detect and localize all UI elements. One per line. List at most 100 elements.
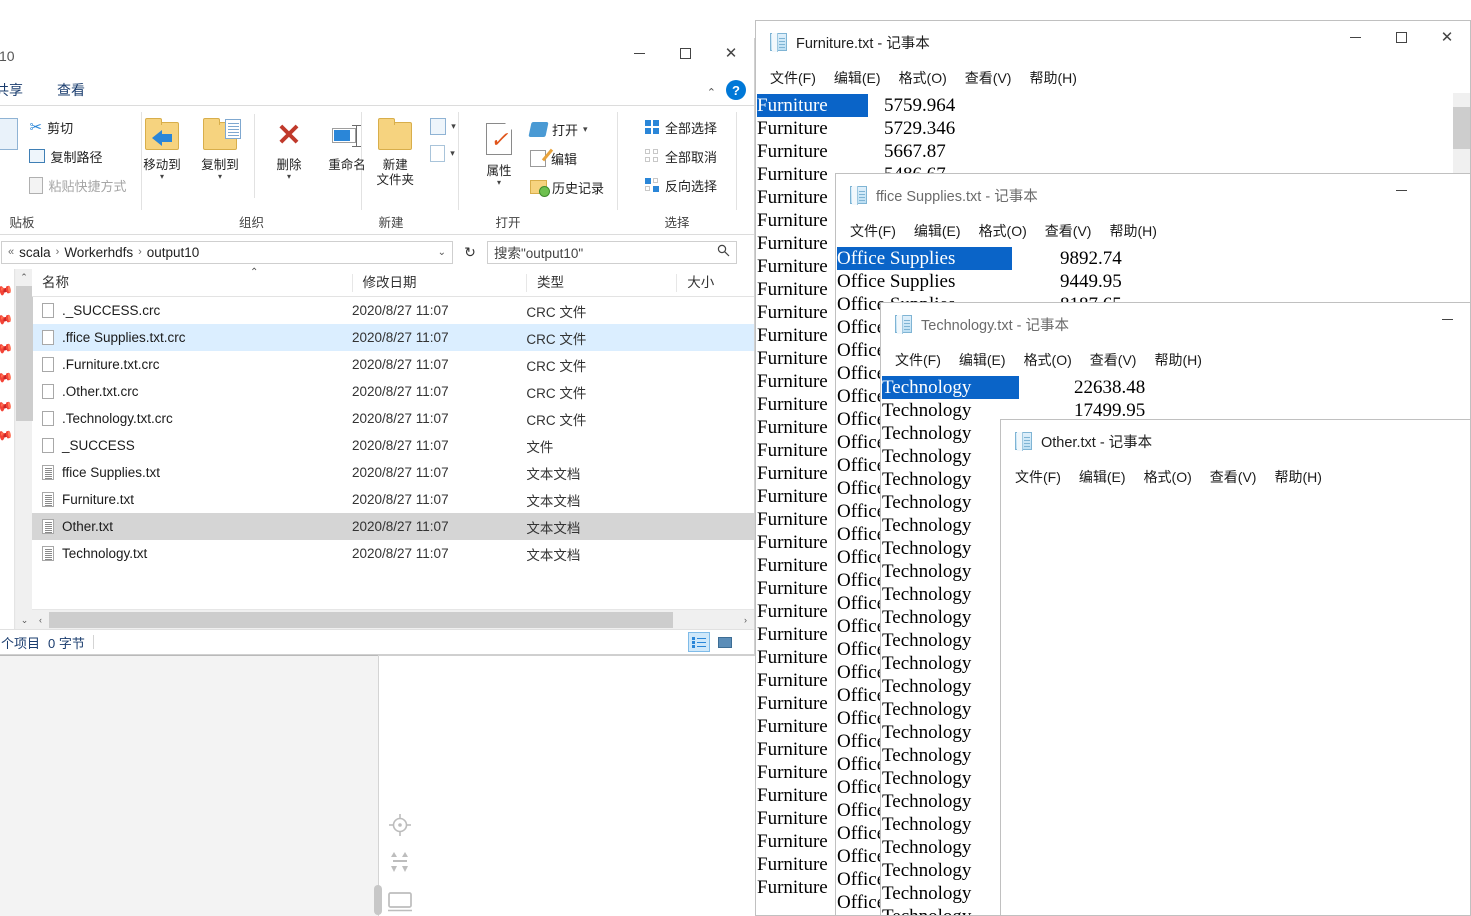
edit-button[interactable]: 编辑	[527, 145, 607, 171]
history-button[interactable]: 历史记录	[527, 174, 607, 200]
table-row[interactable]: Technology.txt2020/8/27 11:07文本文档	[32, 540, 754, 567]
menu-edit[interactable]: 编辑(E)	[957, 348, 1008, 372]
notepad-minimize-button[interactable]	[1332, 21, 1378, 53]
search-input[interactable]: 搜索"output10"	[487, 241, 737, 264]
chevron-down-icon[interactable]: ▾	[583, 124, 588, 135]
explorer-minimize-button[interactable]	[616, 38, 662, 69]
table-row[interactable]: .Technology.txt.crc2020/8/27 11:07CRC 文件	[32, 405, 754, 432]
menu-view[interactable]: 查看(V)	[1088, 348, 1139, 372]
table-row[interactable]: ffice Supplies.txt2020/8/27 11:07文本文档	[32, 459, 754, 486]
menu-file[interactable]: 文件(F)	[893, 348, 943, 372]
menu-help[interactable]: 帮助(H)	[1107, 219, 1158, 243]
explorer-close-button[interactable]: ✕	[708, 38, 754, 69]
details-view-button[interactable]	[688, 632, 710, 652]
table-row[interactable]: .Other.txt.crc2020/8/27 11:07CRC 文件	[32, 378, 754, 405]
select-all-button[interactable]: 全部选择	[642, 114, 720, 140]
menu-help[interactable]: 帮助(H)	[1027, 66, 1078, 90]
scroll-thumb[interactable]	[1453, 107, 1470, 149]
menu-view[interactable]: 查看(V)	[1208, 465, 1259, 489]
notepad-minimize-button[interactable]	[1424, 303, 1470, 335]
pin-icon[interactable]: 📌	[0, 338, 15, 360]
chevron-up-icon[interactable]: ⌃	[707, 86, 716, 99]
scroll-thumb[interactable]	[16, 286, 33, 421]
cut-button[interactable]: ✂ 剪切	[26, 114, 129, 140]
scroll-down-icon[interactable]: ⌄	[16, 612, 33, 629]
table-row[interactable]: .ffice Supplies.txt.crc2020/8/27 11:07CR…	[32, 324, 754, 351]
pin-icon[interactable]: 📌	[0, 309, 15, 331]
notepad-title-bar-office[interactable]: ffice Supplies.txt - 记事本	[836, 174, 1470, 216]
chevron-down-icon[interactable]: ⌄	[438, 247, 446, 258]
notepad-close-button[interactable]: ✕	[1424, 21, 1470, 53]
pin-icon[interactable]: 📌	[0, 280, 15, 302]
notepad-minimize-button[interactable]	[1378, 174, 1424, 206]
invert-selection-button[interactable]: 反向选择	[642, 172, 720, 198]
select-none-button[interactable]: 全部取消	[642, 143, 720, 169]
properties-button[interactable]: ✓ 属性 ▾	[477, 112, 521, 187]
notepad-title-bar-furniture[interactable]: Furniture.txt - 记事本 ✕	[756, 21, 1470, 63]
notepad-text-area-other[interactable]	[1001, 492, 1470, 915]
chevron-down-icon[interactable]: ▾	[160, 172, 164, 181]
table-row[interactable]: Other.txt2020/8/27 11:07文本文档	[32, 513, 754, 540]
breadcrumb-item-output10[interactable]: output10	[144, 245, 203, 260]
copy-to-button[interactable]: 复制到 ▾	[192, 112, 248, 181]
column-header-size[interactable]: 大小	[676, 274, 754, 292]
menu-view[interactable]: 查看(V)	[1043, 219, 1094, 243]
table-row[interactable]: .Furniture.txt.crc2020/8/27 11:07CRC 文件	[32, 351, 754, 378]
menu-edit[interactable]: 编辑(E)	[1077, 465, 1128, 489]
pin-icon[interactable]: 📌	[0, 396, 15, 418]
new-item-button[interactable]: ▾	[427, 116, 459, 136]
address-bar[interactable]: « scala › Workerhdfs › output10 ⌄	[1, 241, 453, 264]
explorer-title-bar[interactable]: 10 ✕	[0, 38, 754, 76]
delete-button[interactable]: ✕ 删除 ▾	[261, 112, 317, 181]
notepad-title-bar-other[interactable]: Other.txt - 记事本	[1001, 420, 1470, 462]
menu-help[interactable]: 帮助(H)	[1152, 348, 1203, 372]
notepad-title-bar-technology[interactable]: Technology.txt - 记事本	[881, 303, 1470, 345]
new-folder-button[interactable]: 新建 文件夹	[367, 112, 423, 188]
menu-file[interactable]: 文件(F)	[848, 219, 898, 243]
pin-icon[interactable]: 📌	[0, 425, 15, 447]
table-row[interactable]: _SUCCESS2020/8/27 11:07文件	[32, 432, 754, 459]
menu-file[interactable]: 文件(F)	[768, 66, 818, 90]
breadcrumb-overflow[interactable]: «	[6, 246, 16, 258]
menu-format[interactable]: 格式(O)	[977, 219, 1029, 243]
chevron-down-icon[interactable]: ▾	[287, 172, 291, 181]
menu-edit[interactable]: 编辑(E)	[912, 219, 963, 243]
open-button[interactable]: 打开 ▾	[527, 116, 607, 142]
search-icon[interactable]	[717, 244, 730, 260]
column-header-name[interactable]: 名称	[32, 274, 352, 292]
column-header-type[interactable]: 类型	[526, 274, 676, 292]
menu-view[interactable]: 查看(V)	[963, 66, 1014, 90]
move-to-button[interactable]: 移动到 ▾	[134, 112, 190, 181]
chevron-down-icon[interactable]: ▾	[218, 172, 222, 181]
menu-edit[interactable]: 编辑(E)	[832, 66, 883, 90]
breadcrumb-item-scala[interactable]: scala	[16, 245, 54, 260]
tab-view[interactable]: 查看	[57, 80, 85, 100]
breadcrumb-item-workerhdfs[interactable]: Workerhdfs	[61, 245, 136, 260]
pin-icon[interactable]: 📌	[0, 367, 15, 389]
large-icons-view-button[interactable]	[714, 632, 736, 652]
desktop-scroll-thumb[interactable]	[374, 885, 382, 915]
scroll-up-icon[interactable]: ⌃	[16, 269, 32, 286]
menu-help[interactable]: 帮助(H)	[1272, 465, 1323, 489]
menu-file[interactable]: 文件(F)	[1013, 465, 1063, 489]
file-list-horizontal-scrollbar[interactable]: ‹ ›	[32, 609, 754, 629]
tab-share[interactable]: 共享	[0, 80, 23, 100]
hscroll-thumb[interactable]	[49, 612, 673, 628]
explorer-maximize-button[interactable]	[662, 38, 708, 69]
easy-access-button[interactable]: ▾	[427, 143, 459, 163]
chevron-down-icon[interactable]: ▾	[450, 148, 455, 159]
menu-format[interactable]: 格式(O)	[1022, 348, 1074, 372]
copy-path-button[interactable]: 复制路径	[26, 143, 129, 169]
crosshair-target-icon[interactable]	[389, 814, 411, 836]
vertical-resize-icon[interactable]	[389, 851, 411, 873]
navigation-pane-scrollbar[interactable]: ⌃ ⌄	[15, 269, 32, 629]
chevron-down-icon[interactable]: ▾	[497, 178, 501, 187]
table-row[interactable]: Furniture.txt2020/8/27 11:07文本文档	[32, 486, 754, 513]
help-button[interactable]: ?	[726, 80, 746, 100]
scroll-right-icon[interactable]: ›	[737, 615, 754, 625]
paste-shortcut-button[interactable]: 粘贴快捷方式	[26, 172, 129, 198]
refresh-button[interactable]: ↻	[459, 241, 481, 263]
table-row[interactable]: ._SUCCESS.crc2020/8/27 11:07CRC 文件	[32, 297, 754, 324]
menu-format[interactable]: 格式(O)	[897, 66, 949, 90]
monitor-icon[interactable]	[388, 892, 412, 912]
